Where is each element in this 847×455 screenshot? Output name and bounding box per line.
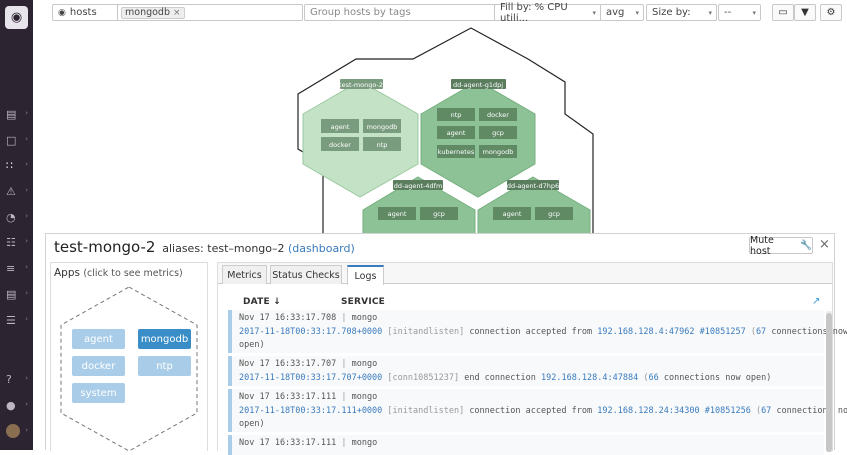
host-hex-label: dd-agent-g1dpj <box>453 81 503 89</box>
tab-logs[interactable]: Logs <box>347 265 384 285</box>
scrollbar-thumb[interactable] <box>826 313 832 452</box>
mute-host-button[interactable]: Mute host 🔧 <box>749 234 813 257</box>
app-ntp-button[interactable]: ntp <box>138 356 191 376</box>
host-aliases: aliases: test–mongo–2 <box>162 242 285 255</box>
app-agent-button[interactable]: agent <box>72 329 125 349</box>
size-by-label: Size by: <box>652 7 691 18</box>
sidebar-metrics-icon[interactable]: □ › <box>6 133 28 147</box>
detail-tabs: Metrics Status Checks Logs <box>218 263 832 285</box>
log-status-bar <box>228 389 232 432</box>
size-val-label: -- <box>724 7 732 18</box>
svg-text:agent: agent <box>331 123 350 131</box>
remove-tag-icon[interactable]: × <box>173 8 181 18</box>
app-docker-button[interactable]: docker <box>72 356 125 376</box>
view-mode-label: hosts <box>69 7 97 18</box>
app-mongodb-button[interactable]: mongodb <box>138 329 191 349</box>
size-val-select[interactable]: -- ▾ <box>718 4 761 21</box>
svg-text:ntp: ntp <box>451 111 462 119</box>
group-by-placeholder: Group hosts by tags <box>310 7 411 18</box>
log-entry[interactable]: Nov 17 16:33:17.111 | mongo 2017-11-18T0… <box>228 389 847 432</box>
fill-agg-select[interactable]: avg ▾ <box>600 4 644 21</box>
log-status-bar <box>228 435 232 455</box>
svg-text:agent: agent <box>388 210 407 218</box>
host-title: test-mongo-2 aliases: test–mongo–2 (dash… <box>54 238 355 256</box>
svg-text:mongodb: mongodb <box>483 148 514 156</box>
sidebar-synthetics-icon[interactable]: ☰ › <box>6 313 28 327</box>
chevron-down-icon: ▾ <box>592 8 596 17</box>
radio-icon: ◉ <box>58 7 66 18</box>
size-by-select[interactable]: Size by: ▾ <box>646 4 717 21</box>
host-hex-test-mongo-2[interactable]: test-mongo-2 agent mongodb docker ntp <box>302 79 419 198</box>
fill-by-select[interactable]: Fill by: % CPU utili... ▾ <box>494 1 601 24</box>
fill-agg-label: avg <box>606 7 625 18</box>
col-date-header[interactable]: DATE ↓ <box>243 297 281 307</box>
chevron-down-icon: ▾ <box>752 8 756 17</box>
filter-tag: mongodb × <box>121 6 185 19</box>
download-icon[interactable]: ▼ <box>794 4 816 21</box>
log-status-bar <box>228 356 232 386</box>
sidebar-monitors-icon[interactable]: ⚠ › <box>6 184 28 198</box>
apps-title: Apps (click to see metrics) <box>54 267 183 279</box>
sidebar-team-icon[interactable]: ● › <box>6 398 28 412</box>
group-by-input[interactable]: Group hosts by tags <box>304 4 520 21</box>
host-hex-dd-agent-g1dpj[interactable]: dd-agent-g1dpj ntp docker agent gcp kube… <box>420 79 536 198</box>
host-name: test-mongo-2 <box>54 238 156 256</box>
mute-host-label: Mute host <box>750 234 774 257</box>
dashboard-link[interactable]: (dashboard) <box>288 242 355 255</box>
svg-text:gcp: gcp <box>433 210 445 218</box>
svg-text:agent: agent <box>503 210 522 218</box>
chevron-down-icon: ▾ <box>635 8 639 17</box>
logs-section: Metrics Status Checks Logs DATE ↓ SERVIC… <box>217 262 847 455</box>
sidebar-logs-icon[interactable]: ≡ › <box>6 261 28 275</box>
svg-text:ntp: ntp <box>377 141 388 149</box>
gear-icon[interactable]: ⚙ <box>820 4 842 21</box>
host-hex-label: dd-agent-4dfm <box>394 182 443 190</box>
apps-hint: (click to see metrics) <box>83 268 183 279</box>
app-system-button[interactable]: system <box>72 383 125 403</box>
close-icon[interactable]: × <box>819 237 830 252</box>
host-detail-panel: test-mongo-2 aliases: test–mongo–2 (dash… <box>45 233 847 455</box>
sidebar-notebooks-icon[interactable]: ▤ › <box>6 287 28 301</box>
apps-section: Apps (click to see metrics) agent mongod… <box>50 262 208 452</box>
svg-text:mongodb: mongodb <box>367 123 398 131</box>
log-entry[interactable]: Nov 17 16:33:17.708 | mongo 2017-11-18T0… <box>228 310 847 353</box>
external-link-icon[interactable]: ↗ <box>812 296 820 307</box>
filter-tag-label: mongodb <box>125 7 170 18</box>
log-entry[interactable]: Nov 17 16:33:17.707 | mongo 2017-11-18T0… <box>228 356 824 386</box>
sidebar-help-icon[interactable]: ? › <box>6 372 28 386</box>
log-entry[interactable]: Nov 17 16:33:17.111 | mongo <box>228 435 824 455</box>
tab-status-checks[interactable]: Status Checks <box>270 265 342 284</box>
svg-text:gcp: gcp <box>548 210 560 218</box>
log-scrollbar[interactable] <box>826 311 832 452</box>
filter-input[interactable]: mongodb × <box>117 4 303 21</box>
host-map: test-mongo-2 agent mongodb docker ntp dd… <box>297 27 594 234</box>
sidebar-avatar[interactable]: › <box>6 424 28 438</box>
svg-text:gcp: gcp <box>492 129 504 137</box>
svg-text:docker: docker <box>329 141 351 149</box>
col-service-header[interactable]: SERVICE <box>341 297 385 307</box>
sidebar-apm-icon[interactable]: ◔ › <box>6 210 28 224</box>
hostmap-toolbar: ◉ hosts ▾ mongodb × Group hosts by tags … <box>33 0 847 24</box>
sidebar-infrastructure-icon[interactable]: ∷ › <box>6 158 28 172</box>
datadog-logo[interactable]: ◉ <box>5 6 28 29</box>
host-hex-label: dd-agent-d7hp6 <box>507 182 559 190</box>
wrench-icon: 🔧 <box>800 240 812 251</box>
svg-text:kubernetes: kubernetes <box>438 148 475 156</box>
sidebar-integrations-icon[interactable]: ☷ › <box>6 235 28 249</box>
chevron-down-icon: ▾ <box>708 8 712 17</box>
svg-text:agent: agent <box>447 129 466 137</box>
host-hex-label: test-mongo-2 <box>339 81 383 89</box>
log-status-bar <box>228 310 232 353</box>
left-nav-sidebar: ◉ ▤ › □ › ∷ › ⚠ › ◔ › ☷ › ≡ › ▤ › ☰ › ? › ● › › <box>0 0 33 450</box>
svg-text:docker: docker <box>487 111 509 119</box>
sidebar-dashboard-icon[interactable]: ▤ › <box>6 107 28 121</box>
monitor-view-icon[interactable]: ▭ <box>772 4 794 21</box>
tab-metrics[interactable]: Metrics <box>222 265 267 284</box>
fill-by-label: Fill by: % CPU utili... <box>500 1 568 24</box>
